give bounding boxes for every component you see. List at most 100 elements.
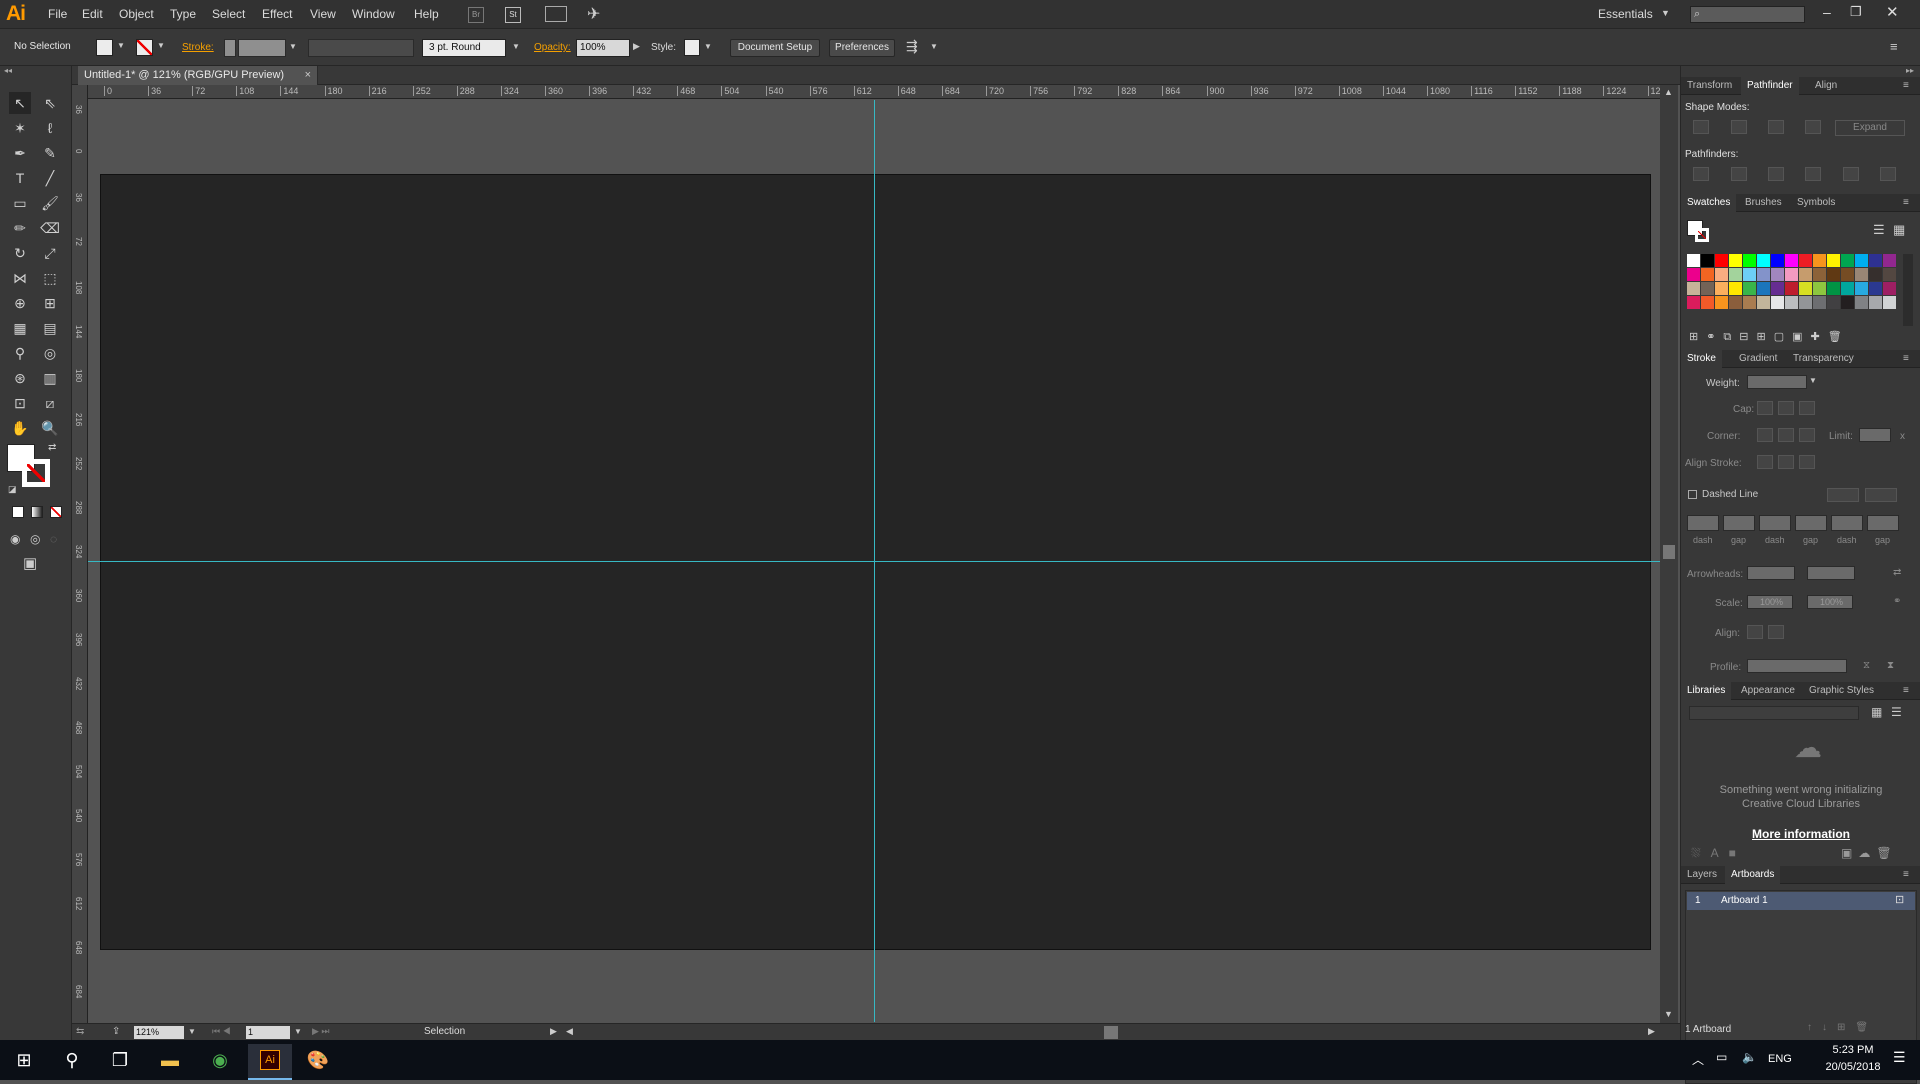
arrow-tip-at-end-icon[interactable] xyxy=(1768,625,1784,639)
pencil-tool-icon[interactable]: ✏ xyxy=(9,217,31,239)
swatch[interactable] xyxy=(1799,268,1812,281)
perspective-grid-tool-icon[interactable]: ⊞ xyxy=(39,292,61,314)
more-information-link[interactable]: More information xyxy=(1681,827,1920,841)
eraser-tool-icon[interactable]: ⌫ xyxy=(39,217,61,239)
swatch[interactable] xyxy=(1757,282,1770,295)
artboard-row[interactable]: 1 Artboard 1 ⊡ xyxy=(1687,892,1915,910)
menu-file[interactable]: File xyxy=(48,7,67,21)
color-mode-icon[interactable] xyxy=(12,506,24,518)
artboard-nav-field[interactable]: 1 xyxy=(246,1026,290,1039)
intersect-icon[interactable] xyxy=(1768,120,1784,134)
menu-type[interactable]: Type xyxy=(170,7,196,21)
miter-join-icon[interactable] xyxy=(1757,428,1773,442)
pen-tool-icon[interactable]: ✒ xyxy=(9,142,31,164)
swatch[interactable] xyxy=(1841,296,1854,309)
opacity-arrow-icon[interactable]: ▶ xyxy=(633,41,640,52)
menu-select[interactable]: Select xyxy=(212,7,245,21)
control-menu-icon[interactable]: ≡ xyxy=(1890,39,1898,54)
tab-appearance[interactable]: Appearance xyxy=(1741,685,1795,696)
swatch-grid[interactable] xyxy=(1687,254,1899,326)
style-chevron-icon[interactable]: ▼ xyxy=(704,42,712,51)
scroll-right-icon[interactable]: ▶ xyxy=(1648,1026,1655,1037)
mesh-tool-icon[interactable]: ▦ xyxy=(9,317,31,339)
swatch[interactable] xyxy=(1785,268,1798,281)
none-mode-icon[interactable] xyxy=(50,506,62,518)
bevel-join-icon[interactable] xyxy=(1799,428,1815,442)
gap-3-input[interactable] xyxy=(1867,515,1899,531)
restore-icon[interactable]: ❐ xyxy=(1850,4,1862,20)
brush-definition[interactable]: 3 pt. Round xyxy=(422,39,506,57)
swatch[interactable] xyxy=(1701,268,1714,281)
stroke-label[interactable]: Stroke: xyxy=(182,42,214,53)
variable-width-profile[interactable] xyxy=(308,39,414,57)
swatch[interactable] xyxy=(1883,254,1896,267)
last-artboard-icon[interactable]: ▶ ⏭ xyxy=(312,1026,330,1037)
vertical-scroll-thumb[interactable] xyxy=(1663,545,1675,559)
swatch[interactable] xyxy=(1701,254,1714,267)
swatch[interactable] xyxy=(1687,254,1700,267)
menu-help[interactable]: Help xyxy=(414,7,439,21)
zoom-chevron-icon[interactable]: ▼ xyxy=(188,1027,196,1036)
volume-icon[interactable]: 🔈 xyxy=(1742,1050,1757,1064)
bridge-button[interactable]: Br xyxy=(468,7,484,23)
swatch[interactable] xyxy=(1757,296,1770,309)
share-icon[interactable]: ⇪ xyxy=(112,1026,120,1037)
curvature-tool-icon[interactable]: ✎ xyxy=(39,142,61,164)
swatch[interactable] xyxy=(1883,268,1896,281)
arrange-icon[interactable]: ⇶ xyxy=(906,38,918,55)
tab-transform[interactable]: Transform xyxy=(1687,80,1732,91)
arrange-documents-icon[interactable] xyxy=(545,6,567,22)
tab-gradient[interactable]: Gradient xyxy=(1739,353,1777,364)
column-graph-tool-icon[interactable]: ▥ xyxy=(39,367,61,389)
swatch[interactable] xyxy=(1771,282,1784,295)
preferences-button[interactable]: Preferences xyxy=(829,39,895,57)
tab-layers[interactable]: Layers xyxy=(1687,869,1717,880)
horizontal-guide[interactable] xyxy=(88,561,1660,562)
merge-icon[interactable] xyxy=(1768,167,1784,181)
tray-chevron-icon[interactable]: ︿ xyxy=(1692,1051,1704,1068)
swatch[interactable] xyxy=(1771,296,1784,309)
swatch[interactable] xyxy=(1855,254,1868,267)
swatch[interactable] xyxy=(1743,282,1756,295)
scale-tool-icon[interactable]: ⤢ xyxy=(39,242,61,264)
tab-graphic-styles[interactable]: Graphic Styles xyxy=(1809,685,1874,696)
swatch[interactable] xyxy=(1785,254,1798,267)
tab-pathfinder[interactable]: Pathfinder xyxy=(1741,77,1799,95)
swatch-scrollbar[interactable] xyxy=(1903,254,1913,326)
swatch[interactable] xyxy=(1743,296,1756,309)
illustrator-taskbar-button[interactable]: Ai xyxy=(248,1044,292,1080)
draw-normal-icon[interactable]: ◉ xyxy=(10,532,20,546)
divide-icon[interactable] xyxy=(1693,167,1709,181)
tab-artboards[interactable]: Artboards xyxy=(1725,866,1781,884)
tab-brushes[interactable]: Brushes xyxy=(1745,197,1782,208)
swatch-footer-icons[interactable]: ⊞⚭⧉⊟⊞▢▣✚🗑 xyxy=(1689,330,1850,344)
artboards-menu-icon[interactable]: ≡ xyxy=(1903,869,1909,880)
draw-behind-icon[interactable]: ◎ xyxy=(30,532,40,546)
panel-menu-icon[interactable]: ≡ xyxy=(1903,80,1909,91)
arrowhead-start-select[interactable] xyxy=(1747,566,1795,580)
vertical-ruler[interactable]: 36 0 36 72 108 144 180 216 252 288 324 360 396 432 468… xyxy=(72,85,88,1023)
swatch[interactable] xyxy=(1841,282,1854,295)
minus-front-icon[interactable] xyxy=(1731,120,1747,134)
stroke-chevron-icon[interactable]: ▼ xyxy=(157,41,165,50)
artboard-row-name[interactable]: Artboard 1 xyxy=(1721,895,1768,906)
shape-builder-tool-icon[interactable]: ⊕ xyxy=(9,292,31,314)
round-cap-icon[interactable] xyxy=(1778,401,1794,415)
swatch[interactable] xyxy=(1869,254,1882,267)
collapse-panels-icon[interactable]: ▸▸ xyxy=(1906,66,1914,75)
swap-fill-stroke-icon[interactable]: ⇄ xyxy=(48,442,56,453)
draw-inside-icon[interactable]: ◌ xyxy=(50,532,57,546)
weight-chevron-icon[interactable]: ▼ xyxy=(1809,376,1817,385)
swatch[interactable] xyxy=(1869,268,1882,281)
scroll-down-icon[interactable]: ▼ xyxy=(1664,1009,1673,1019)
swatch[interactable] xyxy=(1883,296,1896,309)
link-scale-icon[interactable]: ⚭ xyxy=(1893,596,1901,607)
swatch[interactable] xyxy=(1687,268,1700,281)
swatch[interactable] xyxy=(1687,282,1700,295)
swatch[interactable] xyxy=(1855,282,1868,295)
slice-tool-icon[interactable]: ⧄ xyxy=(39,392,61,414)
document-setup-button[interactable]: Document Setup xyxy=(730,39,820,57)
stroke-box[interactable] xyxy=(22,459,50,487)
swatch[interactable] xyxy=(1715,296,1728,309)
graphic-style-swatch[interactable] xyxy=(684,39,700,56)
